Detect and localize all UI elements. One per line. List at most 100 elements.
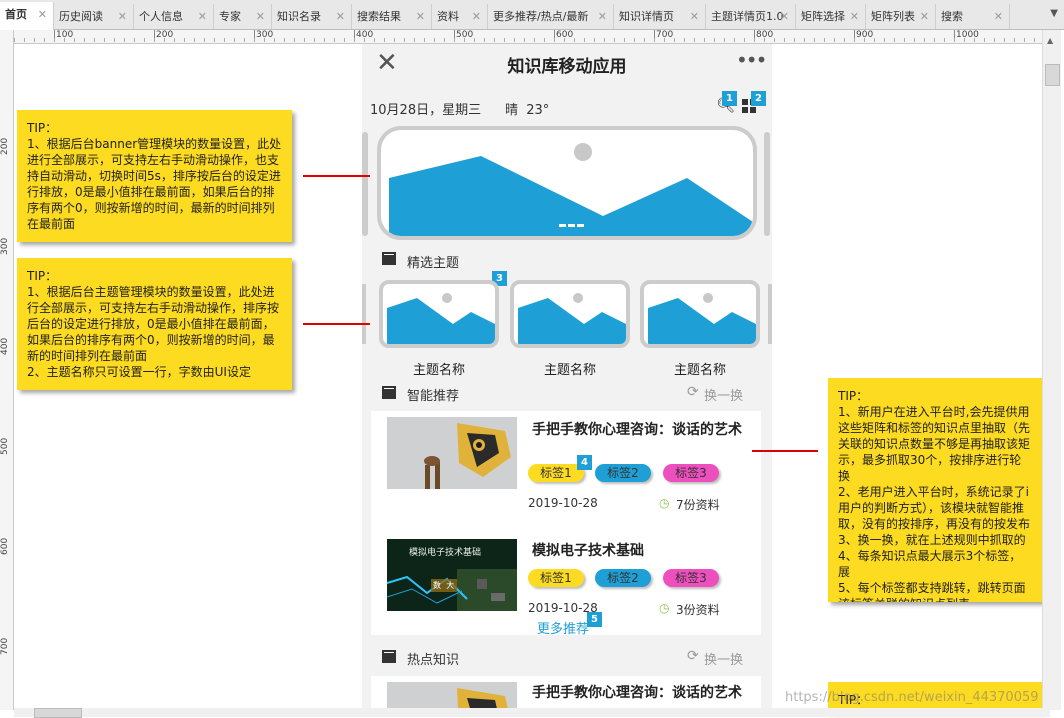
- scroll-up-icon[interactable]: ▲: [1047, 36, 1053, 45]
- ruler-minor-tick: [694, 38, 695, 42]
- tab-label: 搜索: [941, 10, 963, 23]
- ruler-minor-tick: [614, 38, 615, 42]
- ruler-minor-tick: [674, 38, 675, 42]
- ruler-minor-tick: [654, 38, 655, 42]
- close-tab-icon[interactable]: ✕: [38, 2, 47, 27]
- horizontal-scrollbar[interactable]: [14, 708, 1050, 718]
- tag-1[interactable]: 标签1: [528, 464, 584, 482]
- ruler-minor-tick: [344, 38, 345, 42]
- banner-image: [389, 143, 753, 236]
- ruler-minor-tick: [474, 38, 475, 42]
- ruler-minor-tick: [284, 38, 285, 42]
- date-label: 10月28日，星期三: [370, 103, 482, 118]
- close-tab-icon[interactable]: ✕: [598, 4, 607, 29]
- ruler-minor-tick: [564, 38, 565, 42]
- ruler-minor-tick: [364, 38, 365, 42]
- ruler-minor-tick: [324, 38, 325, 42]
- tab-12[interactable]: 矩阵列表 ✕: [866, 4, 936, 29]
- tab-13[interactable]: 搜索 ✕: [936, 4, 1010, 29]
- more-icon[interactable]: •••: [736, 50, 767, 70]
- ruler-minor-tick: [424, 38, 425, 42]
- theme-card[interactable]: [640, 280, 760, 348]
- ruler-minor-tick: [954, 38, 955, 42]
- refresh-icon[interactable]: ⟳: [687, 384, 699, 400]
- tip-themes: TIP： 1、根据后台主题管理模块的数量设置，此处进行全部展示，可支持左右手动滑…: [17, 258, 292, 390]
- tab-label: 搜索结果: [357, 10, 401, 23]
- refresh-button[interactable]: 换一换: [704, 385, 743, 404]
- article-title[interactable]: 模拟电子技术基础: [532, 542, 752, 560]
- featured-heading: 精选主题: [407, 256, 460, 271]
- ruler-minor-tick: [744, 38, 745, 42]
- tab-10[interactable]: 主题详情页1.0 ✕: [706, 4, 796, 29]
- ruler-minor-tick: [574, 38, 575, 42]
- ruler-minor-tick: [704, 38, 705, 42]
- close-tab-icon[interactable]: ✕: [690, 4, 699, 29]
- theme-name: 主题名称: [412, 363, 465, 378]
- ruler-minor-tick: [1024, 38, 1025, 42]
- theme-name: 主题名称: [673, 363, 726, 378]
- ruler-minor-tick: [484, 38, 485, 42]
- tag-3[interactable]: 标签3: [663, 569, 719, 587]
- tab-1[interactable]: 首页 ✕: [0, 2, 54, 30]
- vertical-scrollbar[interactable]: ▲: [1042, 30, 1061, 710]
- ruler-minor-tick: [764, 38, 765, 42]
- tab-3[interactable]: 个人信息 ✕: [134, 4, 214, 29]
- ruler-minor-tick: [454, 38, 455, 42]
- ruler-minor-tick: [534, 38, 535, 42]
- tab-5[interactable]: 知识名录 ✕: [272, 4, 352, 29]
- close-tab-icon[interactable]: ✕: [994, 4, 1003, 29]
- theme-card[interactable]: [379, 280, 499, 348]
- tip-banner: TIP： 1、根据后台banner管理模块的数量设置，此处进行全部展示，可支持左…: [17, 110, 292, 242]
- scrollbar-thumb[interactable]: [1045, 64, 1060, 86]
- ruler-minor-tick: [464, 38, 465, 42]
- banner-carousel[interactable]: [377, 126, 757, 240]
- close-tab-icon[interactable]: ✕: [256, 4, 265, 29]
- ruler-minor-tick: [34, 38, 35, 42]
- close-tab-icon[interactable]: ✕: [780, 4, 789, 29]
- ruler-minor-tick: [144, 38, 145, 42]
- ruler-minor-tick: [504, 38, 505, 42]
- tag-2[interactable]: 标签2: [595, 569, 651, 587]
- more-recommend-link[interactable]: 更多推荐: [537, 618, 589, 637]
- theme-image: [387, 293, 495, 344]
- tab-overflow-icon[interactable]: ▼: [1050, 8, 1058, 19]
- tab-7[interactable]: 资料 ✕: [432, 4, 488, 29]
- tab-9[interactable]: 知识详情页 ✕: [614, 4, 706, 29]
- close-tab-icon[interactable]: ✕: [198, 4, 207, 29]
- close-tab-icon[interactable]: ✕: [118, 4, 127, 29]
- tab-label: 历史阅读: [59, 10, 103, 23]
- box-icon: [382, 650, 396, 663]
- close-tab-icon[interactable]: ✕: [472, 4, 481, 29]
- ruler-minor-tick: [814, 38, 815, 42]
- watermark: https://blog.csdn.net/weixin_44370059: [785, 690, 1039, 705]
- tab-2[interactable]: 历史阅读 ✕: [54, 4, 134, 29]
- refresh-icon[interactable]: ⟳: [687, 648, 699, 664]
- tab-4[interactable]: 专家 ✕: [214, 4, 272, 29]
- tag-2[interactable]: 标签2: [595, 464, 651, 482]
- ruler-minor-tick: [274, 38, 275, 42]
- close-tab-icon[interactable]: ✕: [416, 4, 425, 29]
- tab-6[interactable]: 搜索结果 ✕: [352, 4, 432, 29]
- ruler-minor-tick: [544, 38, 545, 42]
- close-tab-icon[interactable]: ✕: [336, 4, 345, 29]
- ruler-minor-tick: [224, 38, 225, 42]
- ruler-minor-tick: [294, 38, 295, 42]
- ruler-minor-tick: [1004, 38, 1005, 42]
- tab-11[interactable]: 矩阵选择 ✕: [796, 4, 866, 29]
- article-title[interactable]: 手把手教你心理咨询：谈话的艺术: [532, 684, 752, 702]
- ruler-minor-tick: [594, 38, 595, 42]
- theme-name: 主题名称: [543, 363, 596, 378]
- ruler-minor-tick: [934, 38, 935, 42]
- close-tab-icon[interactable]: ✕: [920, 4, 929, 29]
- theme-card[interactable]: [510, 280, 630, 348]
- tag-3[interactable]: 标签3: [663, 464, 719, 482]
- refresh-button[interactable]: 换一换: [704, 649, 743, 668]
- article-title[interactable]: 手把手教你心理咨询：谈话的艺术: [532, 421, 752, 439]
- tag-1[interactable]: 标签1: [528, 569, 584, 587]
- tab-8[interactable]: 更多推荐/热点/最新 ✕: [488, 4, 614, 29]
- close-tab-icon[interactable]: ✕: [850, 4, 859, 29]
- article-thumbnail[interactable]: [387, 417, 517, 489]
- ruler-minor-tick: [894, 38, 895, 42]
- box-icon: [382, 386, 396, 399]
- article-thumbnail[interactable]: 模拟电子技术基础 数 大: [387, 539, 517, 611]
